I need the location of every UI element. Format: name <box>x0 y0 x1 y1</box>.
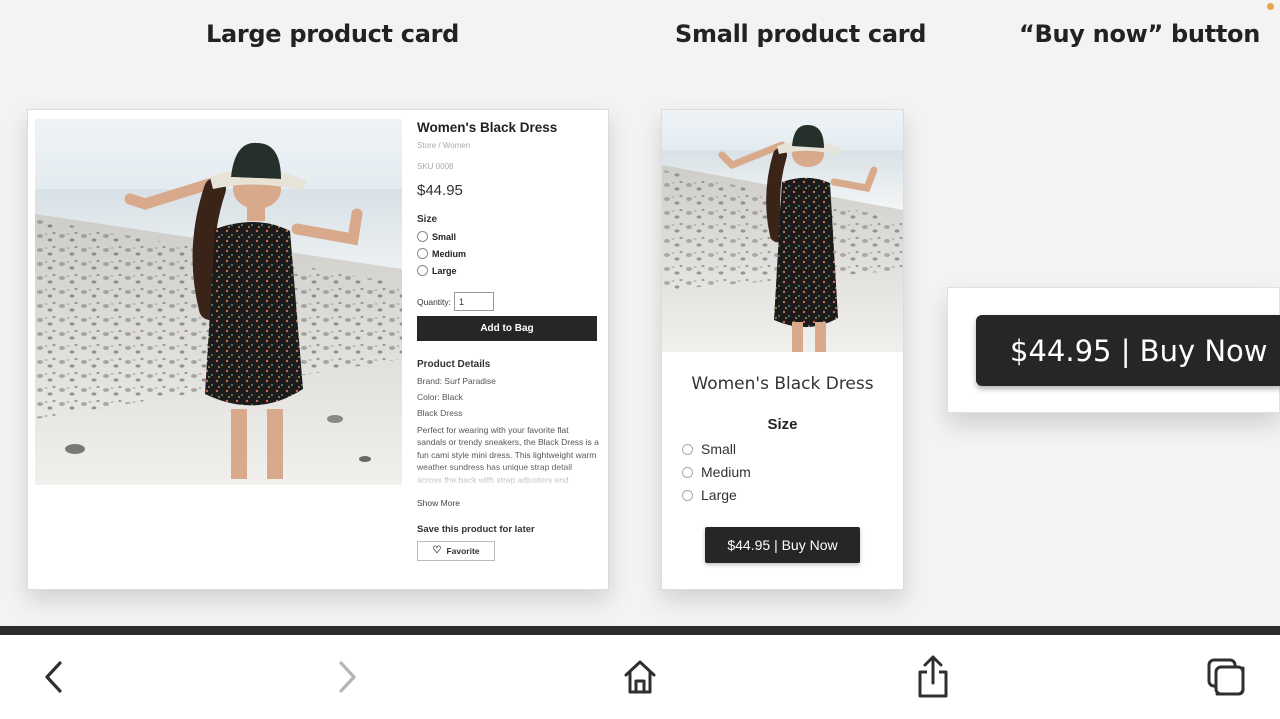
product-photo <box>35 119 402 485</box>
heading-small-product-card: Small product card <box>675 20 927 48</box>
browser-toolbar <box>0 635 1280 719</box>
back-icon <box>45 661 62 693</box>
recording-indicator <box>1267 3 1274 10</box>
add-to-bag-button[interactable]: Add to Bag <box>417 316 597 341</box>
tabs-button[interactable] <box>1202 653 1250 701</box>
size-option-label: Large <box>432 265 457 276</box>
radio-button[interactable] <box>417 231 428 242</box>
share-button[interactable] <box>909 653 957 701</box>
favorite-label: Favorite <box>446 546 480 556</box>
product-title: Women's Black Dress <box>691 374 874 394</box>
size-option-large[interactable]: Large <box>417 265 599 276</box>
size-option-label: Medium <box>432 248 467 259</box>
product-name-line: Black Dress <box>417 408 463 418</box>
product-price: $44.95 <box>417 182 463 199</box>
product-photo <box>662 110 903 352</box>
buy-now-button[interactable]: $44.95 | Buy Now <box>705 527 860 563</box>
radio-button[interactable] <box>682 489 693 501</box>
size-option-medium[interactable]: Medium <box>682 464 751 480</box>
large-product-card: Women's Black Dress Store / Women SKU 00… <box>27 109 609 590</box>
toolbar-divider <box>0 626 1280 635</box>
product-sku: SKU 0008 <box>417 162 454 171</box>
size-option-label: Medium <box>701 464 751 480</box>
size-option-medium[interactable]: Medium <box>417 248 599 259</box>
product-brand: Brand: Surf Paradise <box>417 376 496 386</box>
forward-button[interactable] <box>323 653 371 701</box>
quantity-input[interactable] <box>454 292 495 311</box>
product-details-title: Product Details <box>417 359 491 370</box>
radio-button[interactable] <box>417 265 428 276</box>
size-option-label: Large <box>701 487 737 503</box>
small-product-card: Women's Black Dress Size Small Medium La… <box>661 109 904 590</box>
size-option-small[interactable]: Small <box>417 231 599 242</box>
back-button[interactable] <box>30 653 78 701</box>
show-more-link[interactable]: Show More <box>417 498 599 508</box>
size-label: Size <box>767 416 798 433</box>
heading-buy-now-button: “Buy now” button <box>1019 20 1261 48</box>
radio-button[interactable] <box>682 443 693 455</box>
share-icon <box>918 655 948 698</box>
buy-now-panel: $44.95 | Buy Now <box>947 287 1280 413</box>
radio-button[interactable] <box>417 248 428 259</box>
radio-button[interactable] <box>682 466 693 478</box>
description-fade <box>417 466 599 488</box>
heart-icon: ♡ <box>432 545 442 556</box>
breadcrumb[interactable]: Store / Women <box>417 141 599 150</box>
product-title: Women's Black Dress <box>417 120 558 135</box>
size-option-small[interactable]: Small <box>682 441 736 457</box>
quantity-label: Quantity: <box>417 296 452 307</box>
size-option-large[interactable]: Large <box>682 487 737 503</box>
size-label: Size <box>417 214 438 225</box>
heading-large-product-card: Large product card <box>206 20 459 48</box>
description-wrap: Perfect for wearing with your favorite f… <box>417 424 599 488</box>
size-option-label: Small <box>432 231 457 242</box>
tabs-icon <box>1207 658 1245 696</box>
quantity-row: Quantity: <box>417 292 599 311</box>
buy-now-button-large[interactable]: $44.95 | Buy Now <box>976 315 1280 386</box>
product-details-panel: Women's Black Dress Store / Women SKU 00… <box>417 120 599 561</box>
forward-icon <box>339 661 356 693</box>
save-for-later-label: Save this product for later <box>417 524 535 535</box>
product-color: Color: Black <box>417 392 463 402</box>
home-button[interactable] <box>616 653 664 701</box>
favorite-button[interactable]: ♡ Favorite <box>417 541 495 561</box>
home-icon <box>624 660 656 694</box>
size-option-label: Small <box>701 441 737 457</box>
